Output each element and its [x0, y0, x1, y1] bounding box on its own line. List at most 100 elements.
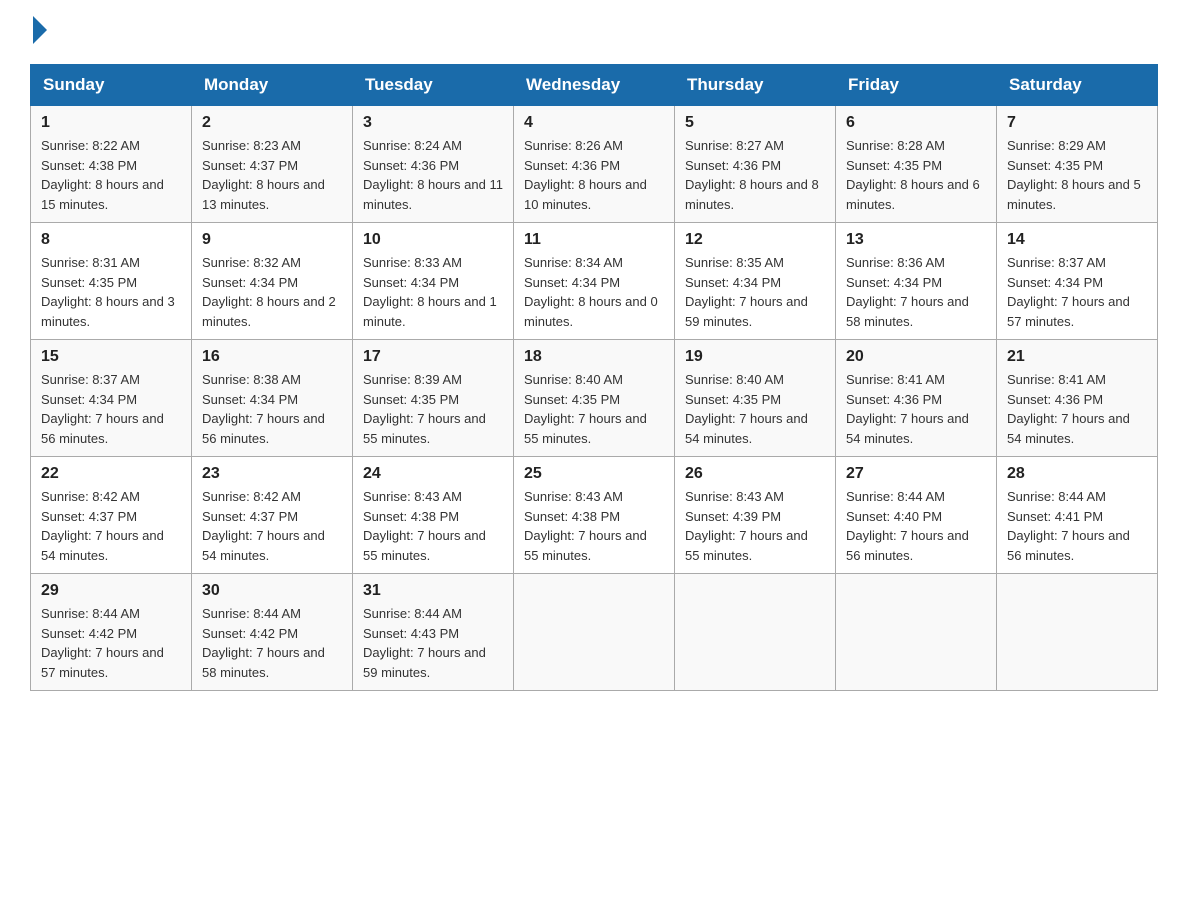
calendar-cell: 14 Sunrise: 8:37 AMSunset: 4:34 PMDayligh…: [997, 223, 1158, 340]
day-number: 5: [685, 114, 825, 132]
day-info: Sunrise: 8:37 AMSunset: 4:34 PMDaylight:…: [41, 370, 181, 448]
calendar-cell: 30 Sunrise: 8:44 AMSunset: 4:42 PMDayligh…: [192, 574, 353, 691]
calendar-cell: 1 Sunrise: 8:22 AMSunset: 4:38 PMDaylight…: [31, 106, 192, 223]
day-info: Sunrise: 8:40 AMSunset: 4:35 PMDaylight:…: [524, 370, 664, 448]
day-info: Sunrise: 8:44 AMSunset: 4:42 PMDaylight:…: [202, 604, 342, 682]
calendar-cell: 12 Sunrise: 8:35 AMSunset: 4:34 PMDayligh…: [675, 223, 836, 340]
day-info: Sunrise: 8:40 AMSunset: 4:35 PMDaylight:…: [685, 370, 825, 448]
calendar-header-row: SundayMondayTuesdayWednesdayThursdayFrid…: [31, 65, 1158, 106]
page-header: [30, 20, 1158, 44]
day-info: Sunrise: 8:44 AMSunset: 4:43 PMDaylight:…: [363, 604, 503, 682]
day-number: 1: [41, 114, 181, 132]
day-info: Sunrise: 8:44 AMSunset: 4:41 PMDaylight:…: [1007, 487, 1147, 565]
day-number: 23: [202, 465, 342, 483]
day-info: Sunrise: 8:24 AMSunset: 4:36 PMDaylight:…: [363, 136, 503, 214]
day-info: Sunrise: 8:26 AMSunset: 4:36 PMDaylight:…: [524, 136, 664, 214]
calendar-cell: 15 Sunrise: 8:37 AMSunset: 4:34 PMDayligh…: [31, 340, 192, 457]
calendar-cell: 2 Sunrise: 8:23 AMSunset: 4:37 PMDaylight…: [192, 106, 353, 223]
day-number: 15: [41, 348, 181, 366]
day-number: 29: [41, 582, 181, 600]
calendar-cell: [836, 574, 997, 691]
day-number: 20: [846, 348, 986, 366]
calendar-week-row: 29 Sunrise: 8:44 AMSunset: 4:42 PMDayligh…: [31, 574, 1158, 691]
calendar-week-row: 8 Sunrise: 8:31 AMSunset: 4:35 PMDaylight…: [31, 223, 1158, 340]
calendar-cell: 27Sunrise: 8:44 AMSunset: 4:40 PMDayligh…: [836, 457, 997, 574]
day-number: 21: [1007, 348, 1147, 366]
day-info: Sunrise: 8:44 AMSunset: 4:40 PMDaylight:…: [846, 487, 986, 565]
day-number: 24: [363, 465, 503, 483]
calendar-cell: [997, 574, 1158, 691]
day-number: 10: [363, 231, 503, 249]
day-info: Sunrise: 8:43 AMSunset: 4:38 PMDaylight:…: [524, 487, 664, 565]
day-number: 6: [846, 114, 986, 132]
calendar-cell: 23 Sunrise: 8:42 AMSunset: 4:37 PMDayligh…: [192, 457, 353, 574]
day-info: Sunrise: 8:27 AMSunset: 4:36 PMDaylight:…: [685, 136, 825, 214]
day-info: Sunrise: 8:38 AMSunset: 4:34 PMDaylight:…: [202, 370, 342, 448]
day-info: Sunrise: 8:37 AMSunset: 4:34 PMDaylight:…: [1007, 253, 1147, 331]
day-info: Sunrise: 8:28 AMSunset: 4:35 PMDaylight:…: [846, 136, 986, 214]
calendar-header-monday: Monday: [192, 65, 353, 106]
day-number: 4: [524, 114, 664, 132]
day-info: Sunrise: 8:22 AMSunset: 4:38 PMDaylight:…: [41, 136, 181, 214]
calendar-cell: 18Sunrise: 8:40 AMSunset: 4:35 PMDayligh…: [514, 340, 675, 457]
calendar-table: SundayMondayTuesdayWednesdayThursdayFrid…: [30, 64, 1158, 691]
calendar-cell: 5 Sunrise: 8:27 AMSunset: 4:36 PMDaylight…: [675, 106, 836, 223]
day-info: Sunrise: 8:42 AMSunset: 4:37 PMDaylight:…: [41, 487, 181, 565]
calendar-cell: 7 Sunrise: 8:29 AMSunset: 4:35 PMDaylight…: [997, 106, 1158, 223]
day-info: Sunrise: 8:33 AMSunset: 4:34 PMDaylight:…: [363, 253, 503, 331]
day-number: 14: [1007, 231, 1147, 249]
day-info: Sunrise: 8:43 AMSunset: 4:38 PMDaylight:…: [363, 487, 503, 565]
calendar-cell: 31 Sunrise: 8:44 AMSunset: 4:43 PMDayligh…: [353, 574, 514, 691]
calendar-week-row: 15 Sunrise: 8:37 AMSunset: 4:34 PMDayligh…: [31, 340, 1158, 457]
calendar-cell: 17Sunrise: 8:39 AMSunset: 4:35 PMDayligh…: [353, 340, 514, 457]
calendar-header-wednesday: Wednesday: [514, 65, 675, 106]
day-number: 16: [202, 348, 342, 366]
day-info: Sunrise: 8:34 AMSunset: 4:34 PMDaylight:…: [524, 253, 664, 331]
day-number: 19: [685, 348, 825, 366]
logo: [30, 20, 47, 44]
calendar-cell: 28 Sunrise: 8:44 AMSunset: 4:41 PMDayligh…: [997, 457, 1158, 574]
day-number: 31: [363, 582, 503, 600]
day-number: 11: [524, 231, 664, 249]
day-info: Sunrise: 8:29 AMSunset: 4:35 PMDaylight:…: [1007, 136, 1147, 214]
day-number: 8: [41, 231, 181, 249]
calendar-week-row: 1 Sunrise: 8:22 AMSunset: 4:38 PMDaylight…: [31, 106, 1158, 223]
calendar-cell: 16 Sunrise: 8:38 AMSunset: 4:34 PMDayligh…: [192, 340, 353, 457]
calendar-cell: 29 Sunrise: 8:44 AMSunset: 4:42 PMDayligh…: [31, 574, 192, 691]
calendar-header-tuesday: Tuesday: [353, 65, 514, 106]
day-info: Sunrise: 8:31 AMSunset: 4:35 PMDaylight:…: [41, 253, 181, 331]
day-number: 25: [524, 465, 664, 483]
calendar-header-friday: Friday: [836, 65, 997, 106]
day-info: Sunrise: 8:23 AMSunset: 4:37 PMDaylight:…: [202, 136, 342, 214]
day-number: 7: [1007, 114, 1147, 132]
day-number: 30: [202, 582, 342, 600]
calendar-cell: 22 Sunrise: 8:42 AMSunset: 4:37 PMDayligh…: [31, 457, 192, 574]
day-info: Sunrise: 8:36 AMSunset: 4:34 PMDaylight:…: [846, 253, 986, 331]
calendar-cell: 9Sunrise: 8:32 AMSunset: 4:34 PMDaylight…: [192, 223, 353, 340]
day-info: Sunrise: 8:35 AMSunset: 4:34 PMDaylight:…: [685, 253, 825, 331]
day-number: 9: [202, 231, 342, 249]
day-number: 17: [363, 348, 503, 366]
calendar-cell: 13 Sunrise: 8:36 AMSunset: 4:34 PMDayligh…: [836, 223, 997, 340]
calendar-header-sunday: Sunday: [31, 65, 192, 106]
calendar-week-row: 22 Sunrise: 8:42 AMSunset: 4:37 PMDayligh…: [31, 457, 1158, 574]
calendar-cell: 4 Sunrise: 8:26 AMSunset: 4:36 PMDaylight…: [514, 106, 675, 223]
calendar-cell: [675, 574, 836, 691]
calendar-cell: 21Sunrise: 8:41 AMSunset: 4:36 PMDayligh…: [997, 340, 1158, 457]
day-number: 12: [685, 231, 825, 249]
calendar-header-thursday: Thursday: [675, 65, 836, 106]
day-number: 28: [1007, 465, 1147, 483]
day-info: Sunrise: 8:42 AMSunset: 4:37 PMDaylight:…: [202, 487, 342, 565]
day-info: Sunrise: 8:44 AMSunset: 4:42 PMDaylight:…: [41, 604, 181, 682]
calendar-cell: [514, 574, 675, 691]
calendar-cell: 11 Sunrise: 8:34 AMSunset: 4:34 PMDayligh…: [514, 223, 675, 340]
day-info: Sunrise: 8:43 AMSunset: 4:39 PMDaylight:…: [685, 487, 825, 565]
day-number: 2: [202, 114, 342, 132]
day-number: 13: [846, 231, 986, 249]
day-number: 22: [41, 465, 181, 483]
calendar-cell: 25 Sunrise: 8:43 AMSunset: 4:38 PMDayligh…: [514, 457, 675, 574]
calendar-cell: 19 Sunrise: 8:40 AMSunset: 4:35 PMDayligh…: [675, 340, 836, 457]
day-number: 26: [685, 465, 825, 483]
calendar-cell: 3Sunrise: 8:24 AMSunset: 4:36 PMDaylight…: [353, 106, 514, 223]
calendar-cell: 10 Sunrise: 8:33 AMSunset: 4:34 PMDayligh…: [353, 223, 514, 340]
